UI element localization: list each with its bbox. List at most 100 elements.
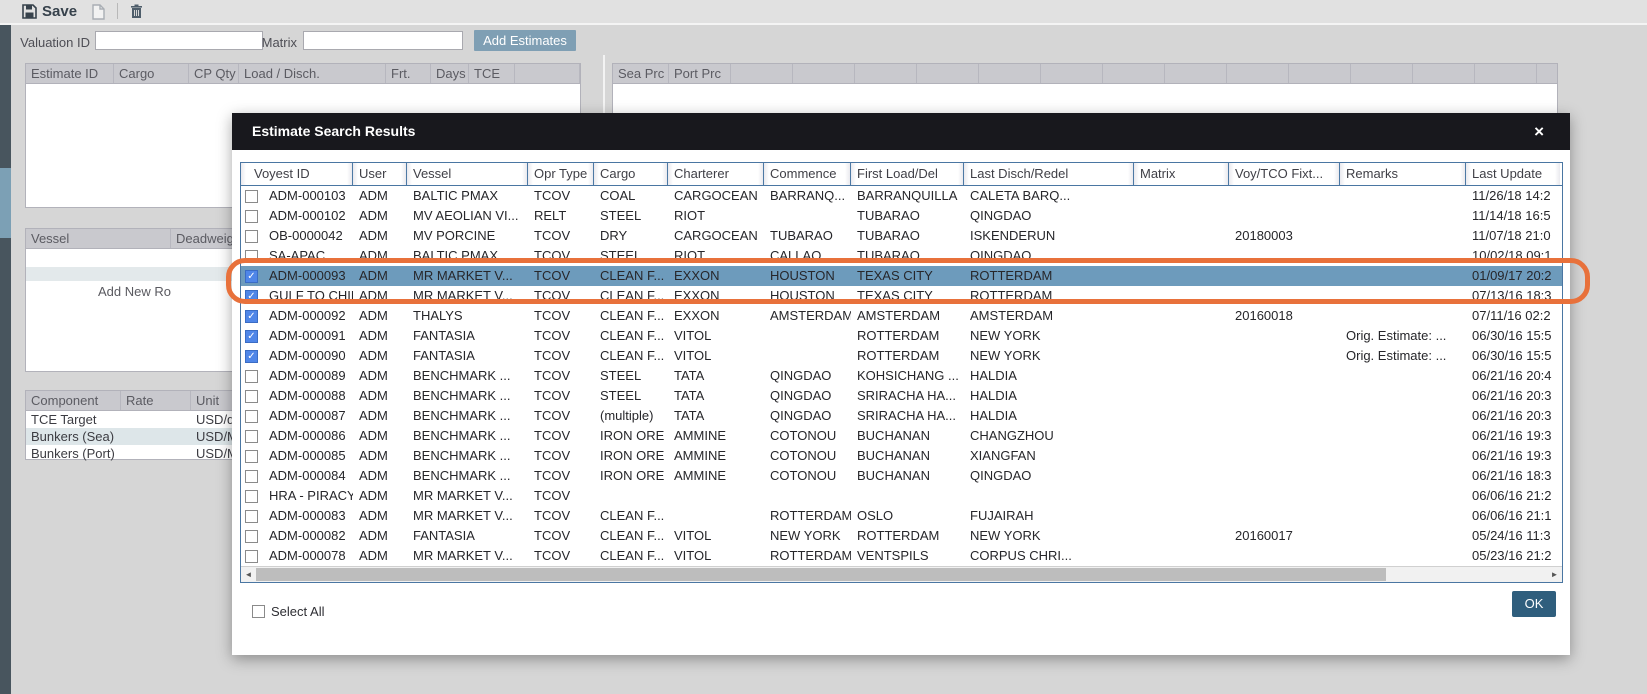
bg-estimates-header-cell: Estimate ID [26, 64, 114, 83]
row-cell: HRA - PIRACY ... [263, 486, 353, 506]
row-checkbox[interactable]: ✓ [245, 350, 258, 363]
row-checkbox[interactable]: ✓ [245, 330, 258, 343]
matrix-input[interactable] [303, 31, 463, 50]
table-row[interactable]: SA-APACADMBALTIC PMAXTCOVSTEELRIOTCALLAO… [241, 246, 1562, 266]
add-new-row-link[interactable]: Add New Ro [98, 284, 171, 299]
table-row[interactable]: ADM-000086ADMBENCHMARK ...TCOVIRON OREAM… [241, 426, 1562, 446]
table-row[interactable]: ADM-000084ADMBENCHMARK ...TCOVIRON OREAM… [241, 466, 1562, 486]
save-button[interactable]: Save [22, 2, 77, 21]
row-checkbox[interactable] [245, 550, 258, 563]
row-cell: ADM-000102 [263, 206, 353, 226]
results-column-header[interactable]: Last Disch/Redel [964, 163, 1134, 185]
results-column-header[interactable]: Voy/TCO Fixt... [1229, 163, 1340, 185]
trash-icon [130, 4, 143, 19]
row-cell: ADM-000088 [263, 386, 353, 406]
ok-button[interactable]: OK [1512, 591, 1556, 617]
table-row[interactable]: ✓ADM-000091ADMFANTASIATCOVCLEAN F...VITO… [241, 326, 1562, 346]
row-checkbox[interactable]: ✓ [245, 310, 258, 323]
row-checkbox[interactable]: ✓ [245, 270, 258, 283]
row-cell: CARGOCEAN [668, 186, 764, 206]
row-checkbox[interactable]: ✓ [245, 290, 258, 303]
new-document-button[interactable] [92, 2, 105, 21]
row-cell [1134, 186, 1229, 206]
table-row[interactable]: ✓ADM-000093ADMMR MARKET V...TCOVCLEAN F.… [241, 266, 1562, 286]
scroll-right-icon[interactable]: ► [1547, 567, 1562, 582]
close-icon[interactable]: × [1534, 113, 1544, 150]
table-row[interactable]: ADM-000088ADMBENCHMARK ...TCOVSTEELTATAQ… [241, 386, 1562, 406]
row-cell: TEXAS CITY [851, 286, 964, 306]
row-cell [1134, 226, 1229, 246]
table-row[interactable]: ADM-000085ADMBENCHMARK ...TCOVIRON OREAM… [241, 446, 1562, 466]
table-row[interactable]: ADM-000089ADMBENCHMARK ...TCOVSTEELTATAQ… [241, 366, 1562, 386]
scroll-left-icon[interactable]: ◄ [241, 567, 256, 582]
row-checkbox[interactable] [245, 450, 258, 463]
row-cell: Orig. Estimate: ... [1340, 326, 1466, 346]
results-column-header[interactable]: Charterer [668, 163, 764, 185]
row-checkbox[interactable] [245, 410, 258, 423]
row-cell: MV AEOLIAN VI... [407, 206, 528, 226]
row-checkbox[interactable] [245, 230, 258, 243]
row-checkbox[interactable] [245, 190, 258, 203]
results-column-header[interactable]: Voyest ID [241, 163, 353, 185]
row-cell: 20160018 [1229, 306, 1340, 326]
table-row[interactable]: ADM-000082ADMFANTASIATCOVCLEAN F...VITOL… [241, 526, 1562, 546]
results-column-header[interactable]: Cargo [594, 163, 668, 185]
row-checkbox[interactable] [245, 210, 258, 223]
row-cell: 11/07/18 21:0 [1466, 226, 1560, 246]
row-cell: ADM-000091 [263, 326, 353, 346]
row-cell: TCOV [528, 246, 594, 266]
empty-header-cell [731, 64, 793, 83]
table-row[interactable]: ADM-000102ADMMV AEOLIAN VI...RELTSTEELRI… [241, 206, 1562, 226]
row-checkbox[interactable] [245, 510, 258, 523]
table-row[interactable]: ADM-000103ADMBALTIC PMAXTCOVCOALCARGOCEA… [241, 186, 1562, 206]
sidebar-active-tab[interactable] [0, 168, 11, 238]
row-cell: TCOV [528, 386, 594, 406]
horizontal-scrollbar[interactable]: ◄ ► [241, 566, 1562, 582]
row-cell: TCOV [528, 426, 594, 446]
select-all-checkbox[interactable]: Select All [252, 604, 324, 619]
row-cell: RIOT [668, 246, 764, 266]
row-cell: TCOV [528, 406, 594, 426]
results-column-header[interactable]: User [353, 163, 407, 185]
row-checkbox[interactable] [245, 490, 258, 503]
row-cell: ADM [353, 406, 407, 426]
results-column-header[interactable]: Vessel [407, 163, 528, 185]
checkbox-icon[interactable] [252, 605, 265, 618]
valuation-id-input[interactable] [95, 31, 263, 50]
row-cell [1229, 346, 1340, 366]
table-row[interactable]: ✓ADM-000092ADMTHALYSTCOVCLEAN F...EXXONA… [241, 306, 1562, 326]
row-cell: TEXAS CITY [851, 266, 964, 286]
row-checkbox[interactable] [245, 250, 258, 263]
results-column-header[interactable]: Commence [764, 163, 851, 185]
add-estimates-button[interactable]: Add Estimates [474, 30, 576, 51]
row-cell: THALYS [407, 306, 528, 326]
table-row[interactable]: ADM-000087ADMBENCHMARK ...TCOV(multiple)… [241, 406, 1562, 426]
row-cell: CALLAO [764, 246, 851, 266]
scrollbar-thumb[interactable] [256, 568, 1386, 581]
table-row[interactable]: ✓GULF TO CHINAADMMR MARKET V...TCOVCLEAN… [241, 286, 1562, 306]
empty-header-cell [1351, 64, 1413, 83]
results-column-header[interactable]: Remarks [1340, 163, 1466, 185]
row-checkbox[interactable] [245, 430, 258, 443]
delete-button[interactable] [130, 2, 143, 21]
row-checkbox[interactable] [245, 370, 258, 383]
table-row[interactable]: HRA - PIRACY ...ADMMR MARKET V...TCOV06/… [241, 486, 1562, 506]
row-cell [1229, 326, 1340, 346]
row-checkbox[interactable] [245, 530, 258, 543]
prices-table-header: Sea PrcPort Prc [613, 64, 1557, 84]
table-row[interactable]: ADM-000083ADMMR MARKET V...TCOVCLEAN F..… [241, 506, 1562, 526]
table-row[interactable]: OB-0000042ADMMV PORCINETCOVDRYCARGOCEANT… [241, 226, 1562, 246]
table-row[interactable]: ADM-000078ADMMR MARKET V...TCOVCLEAN F..… [241, 546, 1562, 566]
results-column-header[interactable]: Matrix [1134, 163, 1229, 185]
row-cell: BENCHMARK ... [407, 366, 528, 386]
row-checkbox[interactable] [245, 470, 258, 483]
results-column-header[interactable]: Opr Type [528, 163, 594, 185]
row-cell [764, 486, 851, 506]
row-cell [1229, 266, 1340, 286]
table-row[interactable]: ✓ADM-000090ADMFANTASIATCOVCLEAN F...VITO… [241, 346, 1562, 366]
results-column-header[interactable]: First Load/Del [851, 163, 964, 185]
row-cell: NEW YORK [964, 346, 1134, 366]
row-checkbox[interactable] [245, 390, 258, 403]
results-column-header[interactable]: Last Update [1466, 163, 1560, 185]
row-cell: ADM [353, 386, 407, 406]
